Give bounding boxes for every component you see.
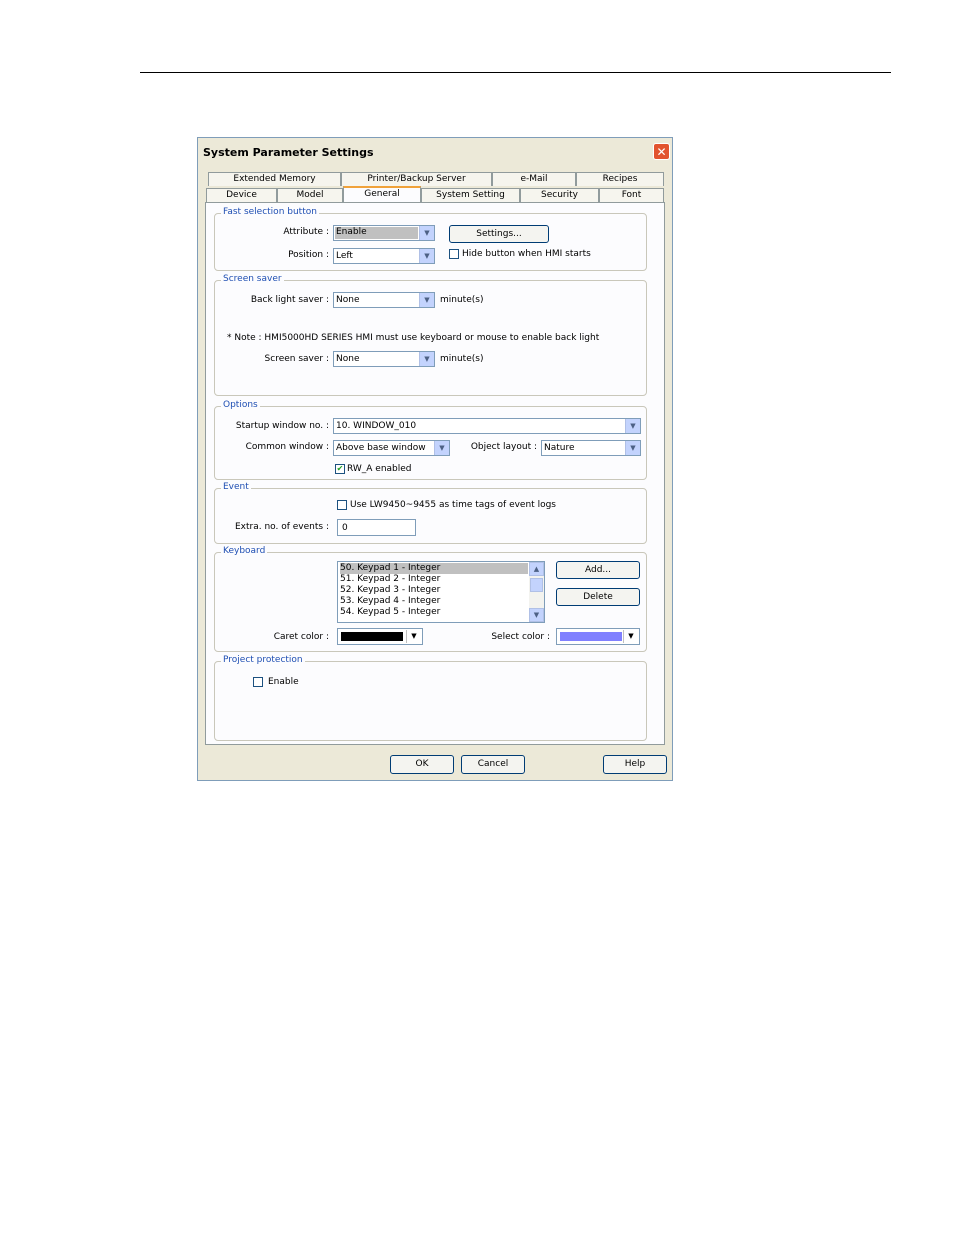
position-value: Left [336,251,353,261]
tab-security[interactable]: Security [520,188,599,202]
keyboard-group: Keyboard 50. Keypad 1 - Integer 51. Keyp… [214,546,647,652]
use-lw-timetags-checkbox[interactable] [337,500,347,510]
common-window-value: Above base window [336,443,426,453]
attribute-select[interactable]: Enable ▼ [333,225,435,241]
general-tab-page: Fast selection button Attribute : Enable… [205,202,665,745]
list-item[interactable]: 50. Keypad 1 - Integer [340,563,528,574]
scroll-up-icon[interactable]: ▲ [529,562,544,576]
chevron-down-icon: ▼ [419,226,434,240]
caret-color-swatch [341,632,403,641]
tab-model[interactable]: Model [277,188,343,202]
position-select[interactable]: Left ▼ [333,248,435,264]
fast-selection-group: Fast selection button Attribute : Enable… [214,207,647,271]
select-color-picker[interactable]: ▼ [556,628,640,645]
tab-general[interactable]: General [343,186,421,202]
caret-color-picker[interactable]: ▼ [337,628,423,645]
rw-a-enabled-label: RW_A enabled [347,464,412,474]
backlight-unit: minute(s) [440,295,484,305]
tab-printer-backup-server[interactable]: Printer/Backup Server [341,172,492,186]
use-lw-timetags-label: Use LW9450~9455 as time tags of event lo… [350,500,556,510]
scroll-down-icon[interactable]: ▼ [529,608,544,622]
chevron-down-icon: ▼ [625,441,640,455]
object-layout-label: Object layout : [470,442,537,452]
tab-extended-memory[interactable]: Extended Memory [208,172,341,186]
help-button[interactable]: Help [603,755,667,774]
options-group-label: Options [221,400,260,410]
screen-saver-select[interactable]: None ▼ [333,351,435,367]
chevron-down-icon: ▼ [623,630,638,643]
startup-window-select[interactable]: 10. WINDOW_010 ▼ [333,418,641,434]
keyboard-list[interactable]: 50. Keypad 1 - Integer 51. Keypad 2 - In… [337,561,545,623]
screen-saver-group-label: Screen saver [221,274,284,284]
select-color-label: Select color : [491,632,550,642]
delete-keyboard-button[interactable]: Delete [556,588,640,606]
screen-saver-group: Screen saver Back light saver : None ▼ m… [214,274,647,396]
event-group-label: Event [221,482,251,492]
backlight-saver-value: None [336,295,360,305]
list-item[interactable]: 52. Keypad 3 - Integer [340,585,440,596]
list-item[interactable]: 51. Keypad 2 - Integer [340,574,440,585]
backlight-saver-label: Back light saver : [250,295,329,305]
hide-button-checkbox[interactable] [449,249,459,259]
screen-saver-unit: minute(s) [440,354,484,364]
chevron-down-icon: ▼ [434,441,449,455]
startup-window-value: 10. WINDOW_010 [336,421,417,431]
ok-button[interactable]: OK [390,755,454,774]
extra-events-input[interactable]: 0 [337,519,416,536]
chevron-down-icon: ▼ [419,352,434,366]
project-protection-enable-label: Enable [268,677,299,687]
settings-button[interactable]: Settings... [449,225,549,243]
rw-a-enabled-checkbox[interactable]: ✔ [335,464,345,474]
event-group: Event Use LW9450~9455 as time tags of ev… [214,482,647,544]
attribute-label: Attribute : [283,227,329,237]
scroll-thumb[interactable] [530,578,543,592]
add-keyboard-button[interactable]: Add... [556,561,640,579]
object-layout-value: Nature [544,443,575,453]
caret-color-label: Caret color : [273,632,329,642]
attribute-value: Enable [335,227,418,239]
tab-font[interactable]: Font [599,188,664,202]
keyboard-list-scrollbar[interactable]: ▲ ▼ [529,562,544,622]
project-protection-group-label: Project protection [221,655,305,665]
title-bar[interactable]: System Parameter Settings ✕ [198,138,672,164]
cancel-button[interactable]: Cancel [461,755,525,774]
close-button[interactable]: ✕ [653,143,670,160]
common-window-select[interactable]: Above base window ▼ [333,440,450,456]
extra-events-value: 0 [342,523,348,533]
dialog-title: System Parameter Settings [203,146,374,159]
backlight-note: * Note : HMI5000HD SERIES HMI must use k… [227,333,600,343]
system-parameter-settings-dialog: System Parameter Settings ✕ Extended Mem… [197,137,673,781]
list-item[interactable]: 54. Keypad 5 - Integer [340,607,440,618]
project-protection-group: Project protection Enable [214,655,647,741]
project-protection-enable-checkbox[interactable] [253,677,263,687]
options-group: Options Startup window no. : 10. WINDOW_… [214,400,647,480]
keyboard-group-label: Keyboard [221,546,268,556]
tab-recipes[interactable]: Recipes [576,172,664,186]
tab-email[interactable]: e-Mail [492,172,576,186]
screen-saver-label: Screen saver : [264,354,329,364]
position-label: Position : [288,250,329,260]
tab-device[interactable]: Device [206,188,277,202]
tab-system-setting[interactable]: System Setting [421,188,520,202]
extra-events-label: Extra. no. of events : [234,522,329,532]
chevron-down-icon: ▼ [625,419,640,433]
screen-saver-value: None [336,354,360,364]
object-layout-select[interactable]: Nature ▼ [541,440,641,456]
backlight-saver-select[interactable]: None ▼ [333,292,435,308]
fast-selection-group-label: Fast selection button [221,207,319,217]
select-color-swatch [560,632,622,641]
chevron-down-icon: ▼ [419,249,434,263]
page-header-rule [140,72,891,73]
hide-button-label: Hide button when HMI starts [462,249,591,259]
chevron-down-icon: ▼ [419,293,434,307]
list-item[interactable]: 53. Keypad 4 - Integer [340,596,440,607]
chevron-down-icon: ▼ [406,630,421,643]
common-window-label: Common window : [245,442,329,452]
startup-window-label: Startup window no. : [235,421,329,431]
